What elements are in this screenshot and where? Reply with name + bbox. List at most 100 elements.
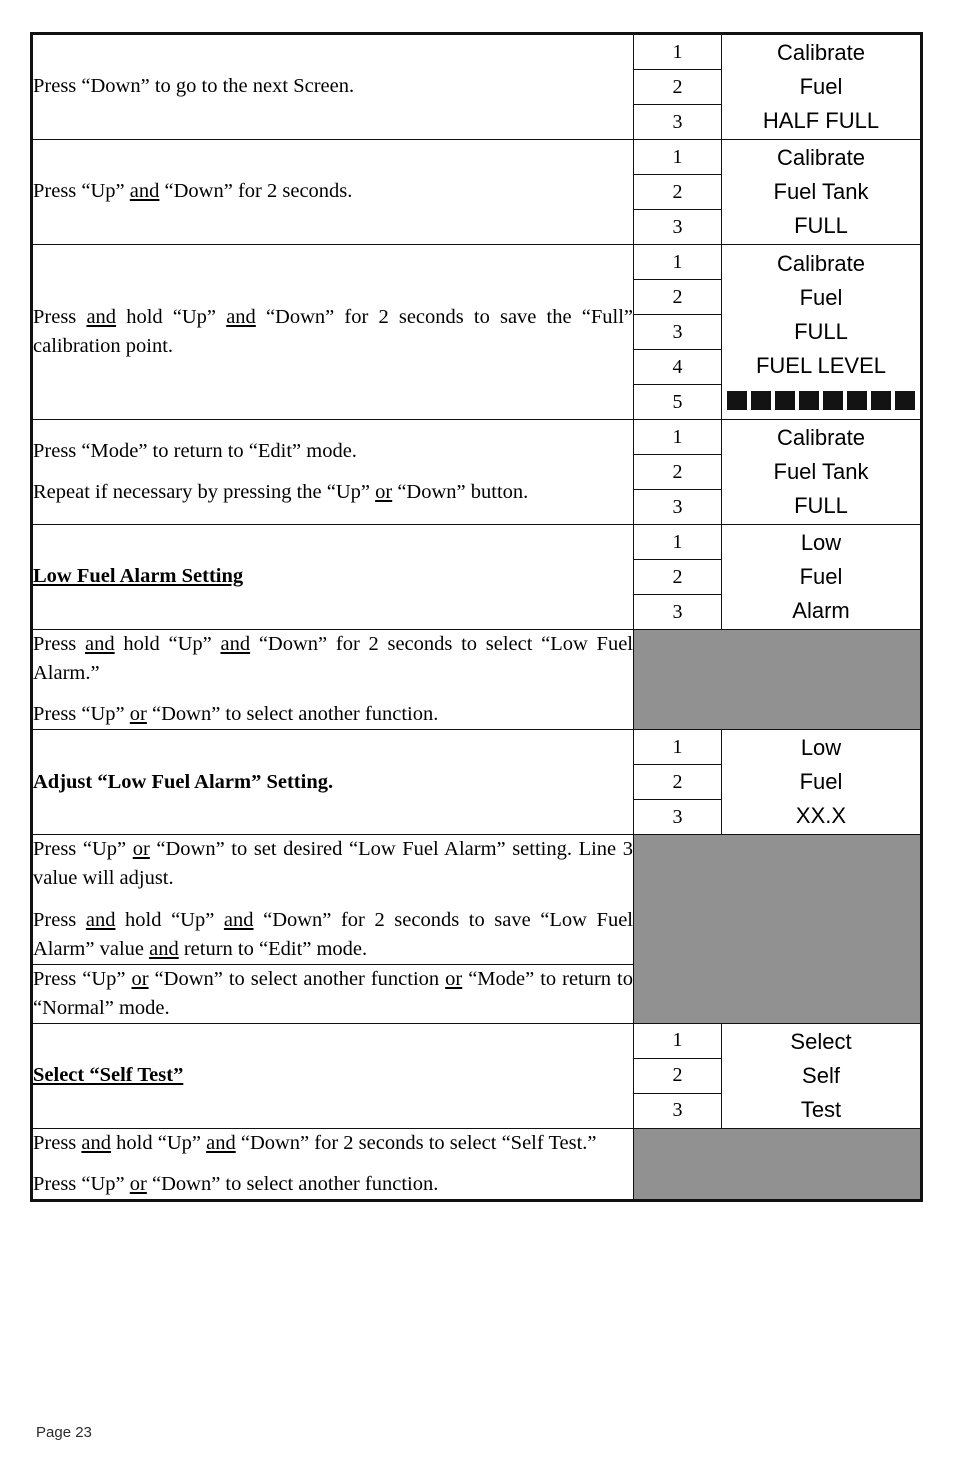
display-line-text: HALF FULL: [762, 108, 880, 133]
table-row: Adjust “Low Fuel Alarm” Setting. 1 Low Fuel…: [31, 729, 922, 836]
table-row: Low Fuel Alarm Setting 1 Low Fuel Alarm: [31, 524, 922, 630]
instruction-paragraph: Press “Up” or “Down” to select another f…: [33, 1173, 439, 1196]
instruction-cell: Press and hold “Up” and “Down” for 2 sec…: [31, 244, 634, 420]
blank-display-cell: [633, 1127, 922, 1202]
display-line-text: Calibrate: [776, 145, 866, 170]
section-heading: Low Fuel Alarm Setting: [33, 565, 244, 588]
display-line-number: 2: [633, 454, 722, 490]
display-line-number: 1: [633, 729, 722, 766]
display-line-text: FULL: [794, 493, 848, 518]
table-row: Select “Self Test” 1 Select Self Test: [31, 1022, 922, 1129]
display-line-text: Fuel: [799, 74, 843, 99]
display-line-text: Self: [802, 1062, 840, 1088]
display-line-number: 3: [633, 314, 722, 350]
table-row: Press and hold “Up” and “Down” for 2 sec…: [31, 1127, 922, 1202]
display-line-text: Fuel Tank: [773, 459, 869, 484]
bargraph-segment: [727, 390, 747, 410]
display-panel-cell: Low Fuel XX.X: [721, 729, 922, 836]
bargraph-segment: [895, 390, 915, 410]
instruction-paragraph: Press and hold “Up” and “Down” for 2 sec…: [33, 908, 633, 960]
instruction-paragraph: Press “Up” or “Down” to select another f…: [33, 967, 633, 1019]
section-heading: Select “Self Test”: [33, 1064, 184, 1087]
display-line-text: XX.X: [795, 803, 847, 829]
display-line-number: 5: [633, 384, 722, 420]
display-line-number: 3: [633, 209, 722, 245]
display-line-text: Low: [800, 530, 842, 555]
bargraph-segment: [775, 390, 795, 410]
display-panel-cell: Calibrate Fuel Tank FULL: [721, 419, 922, 525]
bargraph-segment: [847, 390, 867, 410]
display-panel-cell: Select Self Test: [721, 1022, 922, 1129]
bargraph-segment: [751, 390, 771, 410]
instruction-paragraph: Press “Up” or “Down” to set desired “Low…: [33, 838, 633, 890]
table-row: Press “Down” to go to the next Screen. 1 C…: [31, 33, 922, 140]
display-line-text: Fuel: [799, 769, 843, 795]
document-page: Press “Down” to go to the next Screen. 1 C…: [0, 0, 954, 1475]
display-panel-cell: Calibrate Fuel HALF FULL: [721, 33, 922, 140]
instruction-paragraph: Press “Mode” to return to “Edit” mode.: [33, 439, 357, 462]
display-line-number: 1: [633, 419, 722, 455]
display-line-number: 3: [633, 104, 722, 140]
instruction-cell: Low Fuel Alarm Setting: [31, 524, 634, 630]
instruction-paragraph: Press and hold “Up” and “Down” for 2 sec…: [33, 1131, 597, 1154]
display-line-number: 3: [633, 594, 722, 630]
instruction-paragraph: Press and hold “Up” and “Down” for 2 sec…: [33, 633, 633, 685]
display-line-number: 3: [633, 489, 722, 525]
instruction-cell: Adjust “Low Fuel Alarm” Setting.: [31, 729, 634, 836]
instruction-cell: Press “Down” to go to the next Screen.: [31, 33, 634, 140]
instruction-paragraph: Press “Up” or “Down” to select another f…: [33, 703, 439, 726]
blank-display-cell: [633, 834, 922, 1024]
display-line-text: Low: [800, 735, 842, 761]
display-line-text: Fuel Tank: [773, 179, 869, 204]
table-row: Press “Up” or “Down” to set desired “Low…: [31, 834, 922, 1024]
display-line-number: 3: [633, 1092, 722, 1129]
instruction-paragraph: Press “Up” and “Down” for 2 seconds.: [33, 180, 353, 203]
section-heading: Adjust “Low Fuel Alarm” Setting.: [33, 770, 334, 793]
display-line-number: 1: [633, 33, 722, 70]
instruction-cell: Press and hold “Up” and “Down” for 2 sec…: [31, 628, 634, 731]
instruction-paragraph: Press and hold “Up” and “Down” for 2 sec…: [33, 305, 633, 357]
display-line-text: Calibrate: [776, 40, 866, 65]
fuel-level-bargraph: [722, 383, 920, 417]
instruction-cell: Select “Self Test”: [31, 1022, 634, 1129]
table-row: Press and hold “Up” and “Down” for 2 sec…: [31, 628, 922, 731]
display-line-text: Alarm: [792, 598, 850, 623]
display-line-number: 1: [633, 244, 722, 280]
instruction-cell: Press “Up” or “Down” to set desired “Low…: [31, 834, 634, 965]
instruction-cell: Press “Mode” to return to “Edit” mode. Re…: [31, 419, 634, 525]
instruction-paragraph: Press “Down” to go to the next Screen.: [33, 75, 355, 98]
blank-display-cell: [633, 628, 922, 731]
display-line-text: Select: [790, 1028, 852, 1054]
display-line-text: FULL: [794, 213, 848, 238]
table-row: Press “Mode” to return to “Edit” mode. Re…: [31, 419, 922, 525]
display-line-number: 2: [633, 559, 722, 595]
display-line-text: FULL: [794, 319, 848, 344]
page-number-footer: Page 23: [36, 1424, 92, 1441]
display-line-number: 2: [633, 69, 722, 105]
display-line-text: Fuel: [799, 285, 843, 310]
display-line-text: Calibrate: [776, 251, 866, 276]
instruction-cell: Press “Up” or “Down” to select another f…: [31, 963, 634, 1024]
procedure-table-body: Press “Down” to go to the next Screen. 1 C…: [31, 33, 922, 1202]
display-line-number: 2: [633, 764, 722, 801]
display-line-text: FUEL LEVEL: [755, 353, 887, 378]
display-line-number: 3: [633, 799, 722, 836]
bargraph-segment: [823, 390, 843, 410]
display-line-number: 4: [633, 349, 722, 385]
display-line-number: 2: [633, 174, 722, 210]
instruction-cell: Press and hold “Up” and “Down” for 2 sec…: [31, 1127, 634, 1202]
display-panel-cell: Low Fuel Alarm: [721, 524, 922, 630]
display-line-number: 1: [633, 524, 722, 560]
display-line-number: 2: [633, 1057, 722, 1094]
display-line-text: Fuel: [799, 564, 843, 589]
display-line-number: 1: [633, 1022, 722, 1059]
display-panel-cell: Calibrate Fuel FULL FUEL LEVEL: [721, 244, 922, 420]
instruction-cell: Press “Up” and “Down” for 2 seconds.: [31, 139, 634, 245]
display-line-text: Test: [800, 1096, 842, 1122]
display-line-number: 2: [633, 279, 722, 315]
procedure-table: Press “Down” to go to the next Screen. 1 C…: [30, 32, 923, 1203]
display-line-number: 1: [633, 139, 722, 175]
instruction-paragraph: Repeat if necessary by pressing the “Up”…: [33, 481, 529, 503]
bargraph-segment: [799, 390, 819, 410]
display-panel-cell: Calibrate Fuel Tank FULL: [721, 139, 922, 245]
